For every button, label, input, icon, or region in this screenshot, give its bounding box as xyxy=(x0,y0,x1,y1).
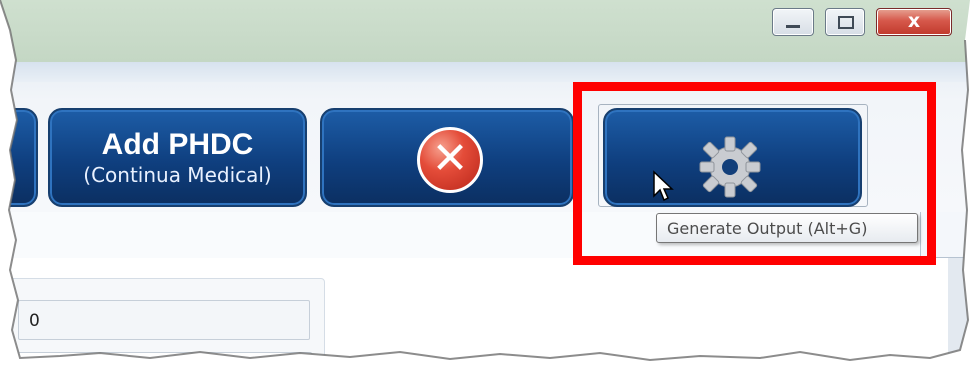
toolbar-stripe xyxy=(0,62,970,82)
cancel-button[interactable]: ✕ xyxy=(320,108,574,207)
value-field[interactable]: 0 xyxy=(18,300,310,340)
minimize-button[interactable] xyxy=(772,8,814,36)
add-phdc-button[interactable]: Add PHDC (Continua Medical) xyxy=(48,108,307,207)
maximize-icon xyxy=(838,16,854,29)
previous-toolbar-button[interactable] xyxy=(0,108,38,207)
vertical-scrollbar[interactable] xyxy=(948,258,968,360)
add-phdc-subtitle: (Continua Medical) xyxy=(83,163,272,187)
maximize-button[interactable] xyxy=(825,8,865,36)
minimize-icon xyxy=(786,25,800,28)
add-phdc-title: Add PHDC xyxy=(101,128,254,161)
screenshot-frame: x Add PHDC (Continua Medical) ✕ 0 Genera… xyxy=(0,0,970,375)
cancel-x-icon: ✕ xyxy=(417,127,483,193)
close-window-button[interactable]: x xyxy=(876,8,952,36)
close-icon: x xyxy=(907,10,921,32)
highlight-box xyxy=(573,82,936,265)
second-field[interactable] xyxy=(18,352,312,360)
